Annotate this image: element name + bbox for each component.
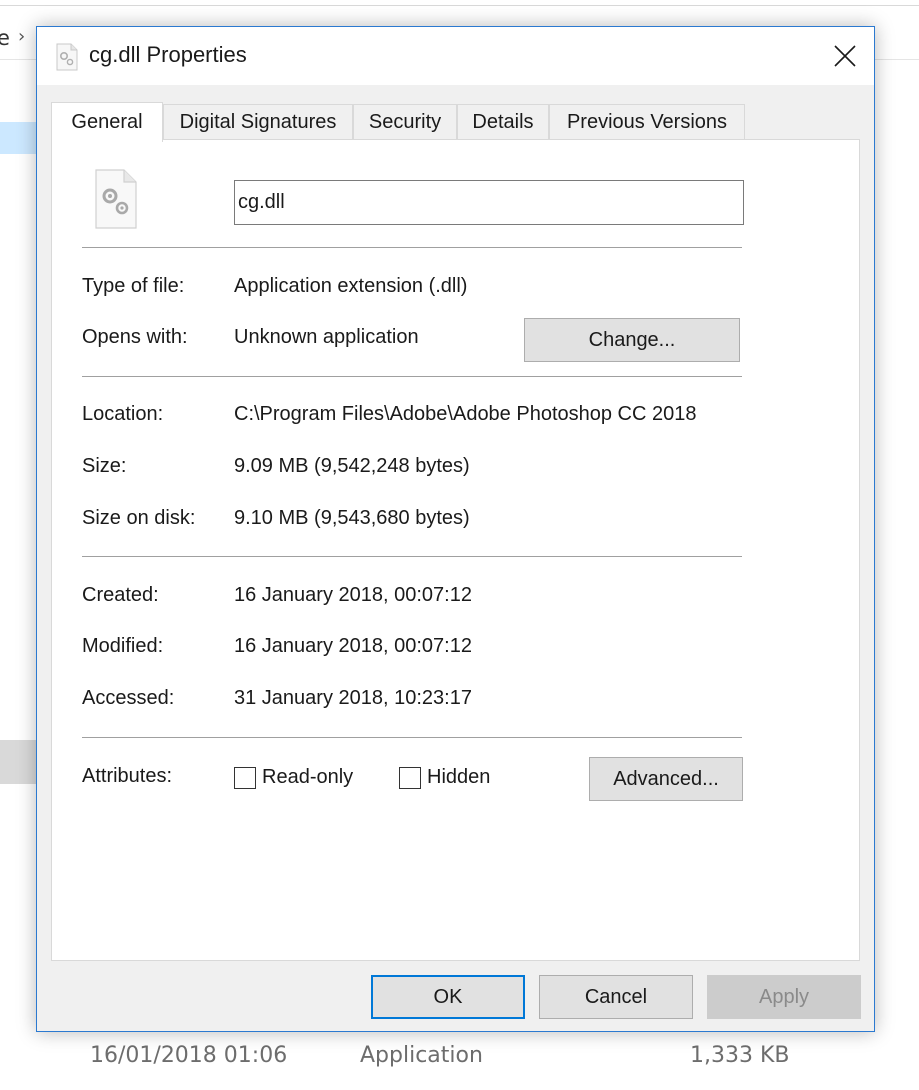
- hidden-checkbox[interactable]: [399, 766, 421, 789]
- separator: [82, 737, 742, 738]
- file-row-type[interactable]: Application: [360, 1043, 483, 1068]
- modified-value: 16 January 2018, 00:07:12: [234, 635, 472, 657]
- dll-file-large-icon: [95, 169, 137, 229]
- modified-label: Modified:: [82, 635, 164, 657]
- size-value: 9.09 MB (9,542,248 bytes): [234, 455, 470, 477]
- created-value: 16 January 2018, 00:07:12: [234, 584, 472, 606]
- file-row-size[interactable]: 1,333 KB: [690, 1043, 790, 1068]
- tab-digital-signatures[interactable]: Digital Signatures: [163, 104, 353, 140]
- explorer-top-edge: [0, 0, 919, 6]
- attributes-label: Attributes:: [82, 765, 173, 787]
- breadcrumb-text[interactable]: e: [0, 26, 10, 50]
- read-only-label[interactable]: Read-only: [262, 766, 353, 789]
- properties-dialog: cg.dll Properties General Digital Signat…: [36, 26, 875, 1032]
- accessed-value: 31 January 2018, 10:23:17: [234, 687, 472, 709]
- location-value: C:\Program Files\Adobe\Adobe Photoshop C…: [234, 403, 697, 425]
- advanced-button[interactable]: Advanced...: [589, 757, 743, 801]
- cancel-button[interactable]: Cancel: [539, 975, 693, 1019]
- ok-button[interactable]: OK: [371, 975, 525, 1019]
- dialog-title: cg.dll Properties: [89, 42, 247, 67]
- opens-with-label: Opens with:: [82, 326, 188, 348]
- tab-general[interactable]: General: [51, 102, 163, 142]
- dialog-titlebar[interactable]: cg.dll Properties: [37, 27, 874, 85]
- tab-security[interactable]: Security: [353, 104, 457, 140]
- filename-input[interactable]: [234, 180, 744, 225]
- file-row-date[interactable]: 16/01/2018 01:06: [90, 1043, 287, 1068]
- breadcrumb-chevron-icon[interactable]: ›: [18, 26, 25, 47]
- separator: [82, 556, 742, 557]
- tab-strip: General Digital Signatures Security Deta…: [51, 102, 871, 142]
- opens-with-value: Unknown application: [234, 326, 419, 348]
- accessed-label: Accessed:: [82, 687, 175, 709]
- hidden-checkbox-group[interactable]: Hidden: [399, 766, 490, 789]
- explorer-file-selected-row[interactable]: [0, 740, 36, 784]
- dll-file-icon: [56, 43, 78, 71]
- tab-details[interactable]: Details: [457, 104, 549, 140]
- tab-previous-versions[interactable]: Previous Versions: [549, 104, 745, 140]
- read-only-checkbox[interactable]: [234, 766, 256, 789]
- close-button[interactable]: [816, 27, 874, 85]
- general-tab-panel: Type of file: Application extension (.dl…: [51, 139, 860, 961]
- type-of-file-value: Application extension (.dll): [234, 275, 468, 297]
- created-label: Created:: [82, 584, 159, 606]
- change-button[interactable]: Change...: [524, 318, 740, 362]
- separator: [82, 247, 742, 248]
- apply-button[interactable]: Apply: [707, 975, 861, 1019]
- type-of-file-label: Type of file:: [82, 275, 185, 297]
- separator: [82, 376, 742, 377]
- location-label: Location:: [82, 403, 164, 425]
- hidden-label[interactable]: Hidden: [427, 766, 490, 789]
- explorer-nav-selected-item[interactable]: [0, 122, 36, 154]
- read-only-checkbox-group[interactable]: Read-only: [234, 766, 353, 789]
- size-on-disk-value: 9.10 MB (9,543,680 bytes): [234, 507, 470, 529]
- size-on-disk-label: Size on disk:: [82, 507, 196, 529]
- size-label: Size:: [82, 455, 127, 477]
- close-icon: [834, 45, 856, 67]
